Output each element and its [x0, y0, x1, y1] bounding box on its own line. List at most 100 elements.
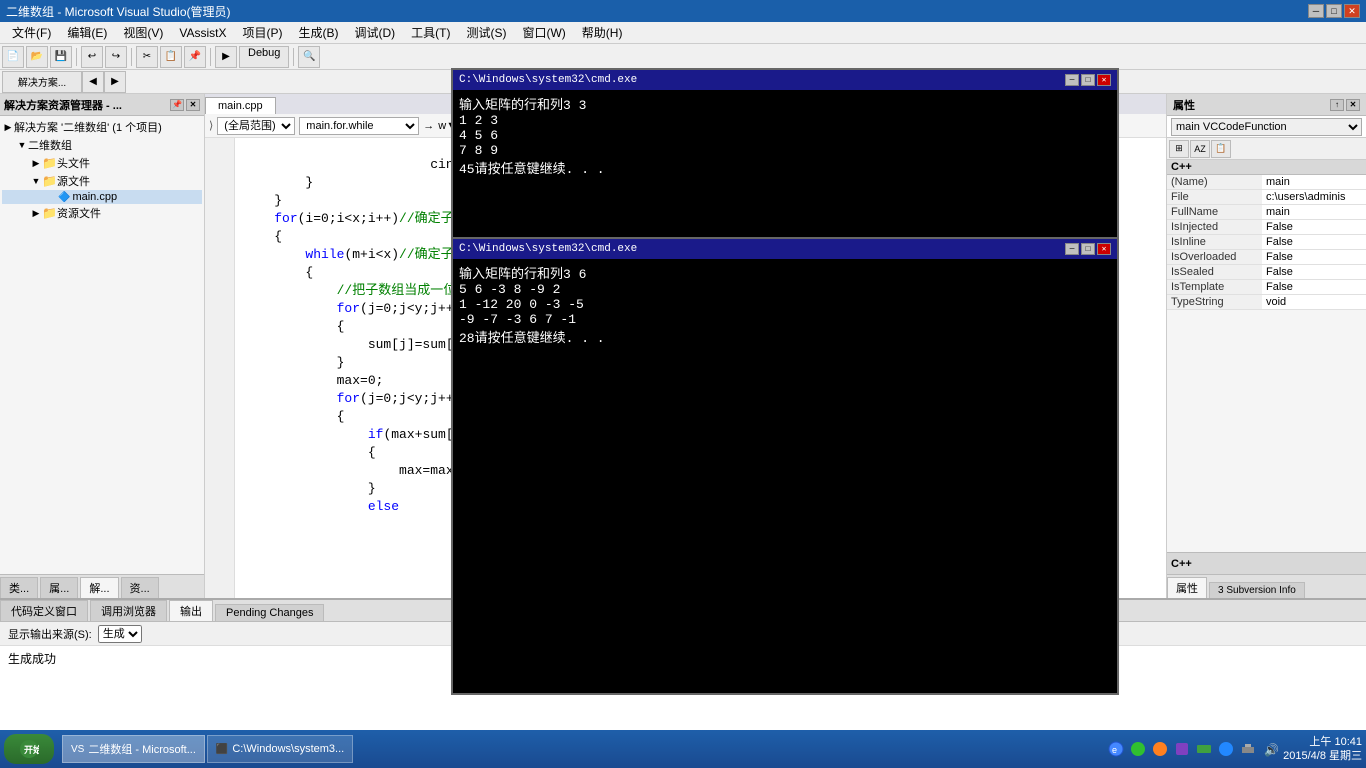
- props-table-row: IsInjectedFalse: [1167, 220, 1366, 235]
- menu-tools[interactable]: 工具(T): [403, 22, 458, 43]
- cmd-window-2[interactable]: C:\Windows\system32\cmd.exe ─ □ ✕ 输入矩阵的行…: [451, 237, 1119, 695]
- scope-selector-2[interactable]: main.for.while: [299, 117, 419, 135]
- start-button[interactable]: 开始: [4, 734, 54, 764]
- project-label: 二维数组: [28, 137, 72, 153]
- menu-edit[interactable]: 编辑(E): [59, 22, 115, 43]
- cmd-1-minimize[interactable]: ─: [1065, 74, 1079, 86]
- taskbar-vs-icon: VS: [71, 744, 84, 755]
- copy-button[interactable]: 📋: [160, 46, 182, 68]
- save-button[interactable]: 💾: [50, 46, 72, 68]
- taskbar: 开始 VS 二维数组 - Microsoft... ⬛ C:\Windows\s…: [0, 730, 1366, 768]
- props-pages-btn[interactable]: 📋: [1211, 140, 1231, 158]
- cut-button[interactable]: ✂: [136, 46, 158, 68]
- props-pin-button[interactable]: ↑: [1330, 99, 1344, 111]
- props-name-cell: TypeString: [1167, 295, 1262, 310]
- solution-config[interactable]: 解决方案...: [2, 71, 82, 93]
- menu-view[interactable]: 视图(V): [115, 22, 171, 43]
- svg-text:开始: 开始: [24, 744, 39, 755]
- call-browser-tab[interactable]: 调用浏览器: [90, 600, 167, 621]
- menu-help[interactable]: 帮助(H): [574, 22, 631, 43]
- props-value-cell: c:\users\adminis: [1262, 190, 1366, 205]
- class-view-tab[interactable]: 类...: [0, 577, 38, 598]
- cmd-window-1[interactable]: C:\Windows\system32\cmd.exe ─ □ ✕ 输入矩阵的行…: [451, 68, 1119, 243]
- close-button[interactable]: ✕: [1344, 4, 1360, 18]
- find-button[interactable]: 🔍: [298, 46, 320, 68]
- scope-selector-1[interactable]: (全局范围): [217, 117, 295, 135]
- tray-icon-2: [1129, 740, 1147, 758]
- pending-changes-tab[interactable]: Pending Changes: [215, 604, 324, 621]
- editor-tab-main-cpp[interactable]: main.cpp: [205, 97, 276, 114]
- minimize-button[interactable]: ─: [1308, 4, 1324, 18]
- output-text: 生成成功: [8, 653, 56, 667]
- nav-back[interactable]: ◀: [82, 71, 104, 93]
- tree-solution[interactable]: ▶ 解决方案 '二维数组' (1 个项目): [2, 118, 202, 136]
- props-table-row: (Name)main: [1167, 175, 1366, 190]
- start-debug-button[interactable]: ▶: [215, 46, 237, 68]
- menu-build[interactable]: 生成(B): [290, 22, 346, 43]
- svg-text:🔊: 🔊: [1264, 742, 1278, 757]
- taskbar-vs-label: 二维数组 - Microsoft...: [88, 741, 196, 757]
- menu-vassistx[interactable]: VAssistX: [171, 24, 234, 42]
- props-close-button[interactable]: ✕: [1346, 99, 1360, 111]
- cmd-2-title-bar: C:\Windows\system32\cmd.exe ─ □ ✕: [453, 239, 1117, 259]
- cmd-1-close[interactable]: ✕: [1097, 74, 1111, 86]
- props-table-row: IsInlineFalse: [1167, 235, 1366, 250]
- cmd-2-line-1: 输入矩阵的行和列3 6: [459, 263, 1111, 282]
- undo-button[interactable]: ↩: [81, 46, 103, 68]
- redo-button[interactable]: ↪: [105, 46, 127, 68]
- menu-debug[interactable]: 调试(D): [346, 22, 403, 43]
- tree-sources-folder[interactable]: ▼ 📁 源文件: [2, 172, 202, 190]
- taskbar-vs-item[interactable]: VS 二维数组 - Microsoft...: [62, 735, 205, 763]
- props-tab-properties[interactable]: 属性: [1167, 577, 1207, 598]
- new-file-button[interactable]: 📄: [2, 46, 24, 68]
- cmd-2-close[interactable]: ✕: [1097, 243, 1111, 255]
- svg-text:e: e: [1112, 745, 1117, 755]
- paste-button[interactable]: 📌: [184, 46, 206, 68]
- cmd-1-line-1: 输入矩阵的行和列3 3: [459, 94, 1111, 113]
- panel-close-button[interactable]: ✕: [186, 99, 200, 111]
- props-object-selector[interactable]: main VCCodeFunction: [1171, 118, 1362, 136]
- cmd-1-line-4: 7 8 9: [459, 143, 1111, 158]
- cmd-1-maximize[interactable]: □: [1081, 74, 1095, 86]
- output-source-label: 显示输出来源(S):: [8, 626, 92, 642]
- output-tab[interactable]: 输出: [169, 600, 213, 621]
- props-value-cell: False: [1262, 280, 1366, 295]
- menu-file[interactable]: 文件(F): [4, 22, 59, 43]
- panel-pin-button[interactable]: 📌: [170, 99, 184, 111]
- code-definition-tab[interactable]: 代码定义窗口: [0, 600, 88, 621]
- property-manager-tab[interactable]: 属...: [40, 577, 78, 598]
- menu-project[interactable]: 项目(P): [234, 22, 290, 43]
- output-source-selector[interactable]: 生成: [98, 625, 142, 643]
- solution-explorer-tab[interactable]: 解...: [80, 577, 118, 598]
- cmd-2-minimize[interactable]: ─: [1065, 243, 1079, 255]
- team-explorer-tab[interactable]: 资...: [121, 577, 159, 598]
- tree-main-cpp[interactable]: 🔷 main.cpp: [2, 190, 202, 204]
- cmd-2-maximize[interactable]: □: [1081, 243, 1095, 255]
- nav-forward[interactable]: ▶: [104, 71, 126, 93]
- left-panel: 解决方案资源管理器 - ... 📌 ✕ ▶ 解决方案 '二维数组' (1 个项目…: [0, 94, 205, 598]
- props-table-row: FullNamemain: [1167, 205, 1366, 220]
- taskbar-cmd-item[interactable]: ⬛ C:\Windows\system3...: [207, 735, 353, 763]
- properties-label: 属性: [1173, 97, 1195, 113]
- taskbar-cmd-label: C:\Windows\system3...: [232, 743, 344, 755]
- cmd-2-line-5: 28请按任意键继续. . .: [459, 327, 1111, 346]
- props-tab-subversion[interactable]: 3 Subversion Info: [1209, 582, 1305, 598]
- tray-icon-1: e: [1107, 740, 1125, 758]
- tree-headers-folder[interactable]: ▶ 📁 头文件: [2, 154, 202, 172]
- props-alphabetical-btn[interactable]: AZ: [1190, 140, 1210, 158]
- props-name-cell: (Name): [1167, 175, 1262, 190]
- volume-icon[interactable]: 🔊: [1261, 740, 1279, 758]
- toolbar-separator-4: [293, 48, 294, 66]
- tray-icon-3: [1151, 740, 1169, 758]
- debug-config-selector[interactable]: Debug: [239, 46, 289, 68]
- open-file-button[interactable]: 📂: [26, 46, 48, 68]
- menu-test[interactable]: 测试(S): [458, 22, 514, 43]
- menu-window[interactable]: 窗口(W): [514, 22, 573, 43]
- tree-resources-folder[interactable]: ▶ 📁 资源文件: [2, 204, 202, 222]
- props-cpp-bottom-label: C++: [1171, 558, 1192, 570]
- tree-project[interactable]: ▼ 二维数组: [2, 136, 202, 154]
- title-text: 二维数组 - Microsoft Visual Studio(管理员): [6, 3, 231, 20]
- props-categorized-btn[interactable]: ⊞: [1169, 140, 1189, 158]
- maximize-button[interactable]: □: [1326, 4, 1342, 18]
- props-name-cell: IsOverloaded: [1167, 250, 1262, 265]
